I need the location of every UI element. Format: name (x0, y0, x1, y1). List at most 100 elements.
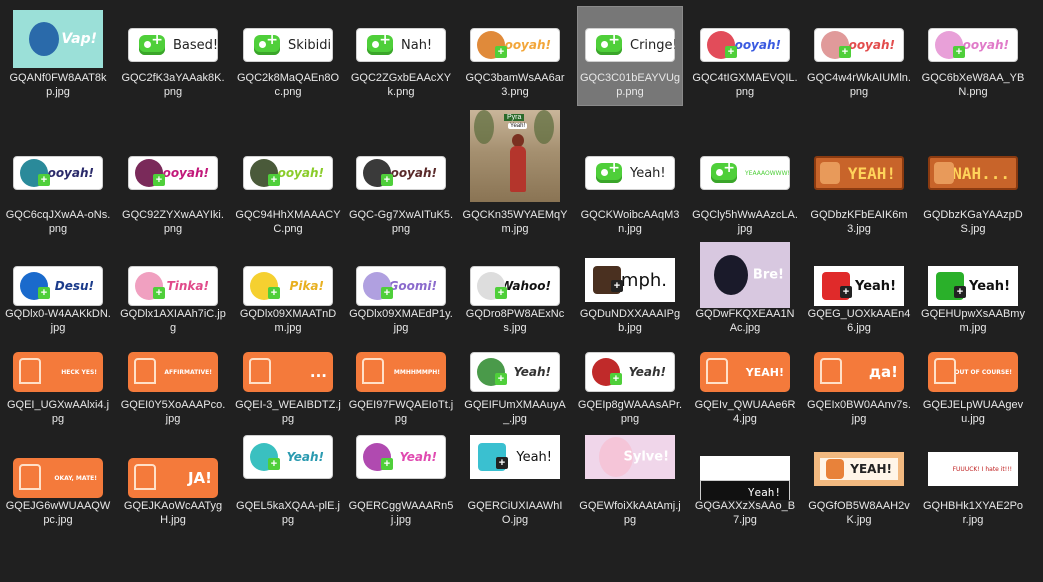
file-thumbnail[interactable]: YEAH! (700, 352, 790, 392)
file-item[interactable]: Based! GQC2fK3aYAAak8K.png (115, 6, 225, 102)
file-thumbnail[interactable]: YEAH! (814, 452, 904, 486)
file-item[interactable]: Bre! GQDwFKQXEAA1NAc.jpg (687, 242, 795, 338)
file-thumbnail[interactable]: + Yeah! (928, 266, 1018, 306)
file-item[interactable]: + Desu! GQDlx0-W4AAKkDN.jpg (0, 242, 111, 338)
file-item[interactable]: + Wahoo! GQDro8PW8AExNcs.jpg (457, 242, 564, 338)
file-item[interactable]: + Booyah! GQC-Gg7XwAITuK5.png (343, 108, 453, 235)
file-thumbnail[interactable]: Nah! (356, 28, 446, 62)
file-thumbnail[interactable]: + Booyah! (700, 28, 790, 62)
file-thumbnail[interactable]: Cringe! (585, 28, 675, 62)
file-item[interactable]: YEAH! GQGfOB5W8AAH2vK.jpg (801, 434, 910, 530)
file-item[interactable]: + Yeah! GQEHUpwXsAABmym.jpg (915, 242, 1025, 338)
file-thumbnail[interactable]: + Tinka! (128, 266, 218, 306)
file-thumbnail[interactable]: + Yeah! (243, 435, 333, 479)
file-item[interactable]: JA! GQEJKAoWcAATygH.jpg (115, 434, 222, 530)
file-name-label: GQEI97FWQAEIoTt.jpg (348, 399, 454, 425)
file-thumbnail[interactable]: ... (243, 352, 333, 392)
file-thumbnail[interactable]: YEAAAOWWW! (700, 156, 790, 190)
sticker-image: AFFIRMATIVE! (128, 352, 218, 392)
file-thumbnail[interactable]: OKAY, MATE! (13, 458, 103, 498)
file-thumbnail[interactable]: HECK YES! (13, 352, 103, 392)
sticker-image: Pyra Yeah! (470, 110, 560, 202)
file-thumbnail[interactable]: FUUUCK! I hate it!!! (928, 452, 1018, 486)
file-thumbnail[interactable]: Based! (128, 28, 218, 62)
file-thumbnail[interactable]: + Yeah! (814, 266, 904, 306)
file-item[interactable]: Nah! GQC2ZGxbEAAcXYk.png (343, 6, 451, 102)
file-item[interactable]: + Booyah! GQC6bXeW8AA_YBN.png (915, 6, 1024, 102)
file-item[interactable]: + Hmph. GQDuNDXXAAAIPgb.jpg (572, 242, 680, 338)
file-thumbnail[interactable]: + Booyah! (470, 28, 560, 62)
file-item[interactable]: + Pika! GQDlx09XMAATnDm.jpg (230, 242, 336, 338)
file-item[interactable]: AFFIRMATIVE! GQEI0Y5XoAAAPco.jpg (115, 348, 225, 444)
file-thumbnail[interactable]: AFFIRMATIVE! (128, 352, 218, 392)
sticker-image: + Hmph. (585, 258, 675, 302)
file-item[interactable]: Skibidi! GQC2k8MaQAEn8Oc.png (230, 6, 339, 102)
file-item[interactable]: да! GQEIx0BW0AAnv7s.jpg (801, 348, 911, 444)
file-thumbnail[interactable]: + Wahoo! (470, 266, 560, 306)
file-thumbnail[interactable]: Skibidi! (243, 28, 333, 62)
file-thumbnail[interactable]: Pyra Yeah! (470, 110, 560, 202)
file-item[interactable]: Cringe! GQC3C01bEAYVUgp.png (572, 6, 683, 106)
file-item[interactable]: NAH... GQDbzKGaYAAzpDS.jpg (915, 108, 1023, 235)
file-thumbnail[interactable]: + Booyah! (243, 156, 333, 190)
file-item[interactable]: YEAAAOWWW! GQCly5hWwAAzcLA.jpg (687, 108, 798, 235)
file-item[interactable]: + Booyah! GQC4tIGXMAEVQIL.png (687, 6, 798, 102)
file-thumbnail[interactable]: MMHHMMPH! (356, 352, 446, 392)
file-thumbnail[interactable]: + Desu! (13, 266, 103, 306)
file-item[interactable]: YEAH! GQEIv_QWUAAe6R4.jpg (687, 348, 795, 444)
sticker-image: Sylve! (585, 435, 675, 479)
file-name-label: GQDuNDXXAAAIPgb.jpg (579, 308, 681, 334)
file-item[interactable]: + Yeah! GQERCiUXIAAWhIO.jpg (457, 434, 563, 530)
file-item[interactable]: Yeah! GQCKWoibcAAqM3n.jpg (572, 108, 679, 235)
file-item[interactable]: + Booyah! GQC94HhXMAAACYC.png (230, 108, 341, 235)
file-item[interactable]: + Yeah! GQEG_UOXkAAEn46.jpg (801, 242, 910, 338)
file-item[interactable]: + Booyah! GQC3bamWsAA6ar3.png (457, 6, 565, 102)
file-thumbnail[interactable]: JA! (128, 458, 218, 498)
file-item[interactable]: Vap! GQANf0FW8AAT8kp.jpg (0, 6, 106, 102)
file-thumbnail[interactable]: + Booyah! (928, 28, 1018, 62)
file-thumbnail[interactable]: да! (814, 352, 904, 392)
file-thumbnail[interactable]: Yeah! (585, 156, 675, 190)
file-item[interactable]: + Yeah! GQEIp8gWAAAsAPr.png (572, 348, 682, 444)
file-thumbnail[interactable]: + Hmph. (585, 258, 675, 302)
file-item[interactable]: + Tinka! GQDlx1AXIAAh7iC.jpg (115, 242, 226, 338)
file-item[interactable]: + Yeah! GQERCggWAAARn5j.jpg (343, 434, 453, 530)
file-thumbnail[interactable]: NAH... (928, 156, 1018, 190)
file-thumbnail[interactable]: + Goomi! (356, 266, 446, 306)
sticker-image: + Wahoo! (470, 266, 560, 306)
file-thumbnail[interactable]: Bre! (700, 242, 790, 308)
file-name-label: GQEG_UOXkAAEn46.jpg (807, 308, 911, 334)
file-item[interactable]: OUT OF COURSE! GQEJELpWUAAgevu.jpg (915, 348, 1023, 444)
file-thumbnail[interactable]: + Pika! (243, 266, 333, 306)
file-item[interactable]: FUUUCK! I hate it!!! GQHBHk1XYAE2Por.jpg (915, 434, 1023, 530)
file-thumbnail[interactable]: + Yeah! (585, 352, 675, 392)
file-item[interactable]: + Yeah! GQEL5kaXQAA-plE.jpg (230, 434, 340, 530)
file-item[interactable]: OKAY, MATE! GQEJG6wWUAAQWpc.jpg (0, 434, 110, 530)
file-item[interactable]: ... GQEI-3_WEAIBDTZ.jpg (230, 348, 341, 444)
file-thumbnail[interactable]: Yeah! (700, 456, 790, 500)
file-item[interactable]: MMHHMMPH! GQEI97FWQAEIoTt.jpg (343, 348, 453, 444)
file-thumbnail[interactable]: + Yeah! (356, 435, 446, 479)
file-item[interactable]: HECK YES! GQEI_UGXwAAlxi4.jpg (0, 348, 109, 444)
file-item[interactable]: Yeah! GQGAXXzXsAAo_B7.jpg (687, 434, 795, 530)
file-item[interactable]: + Booyah! GQC92ZYXwAAYIki.png (115, 108, 224, 235)
file-name-label: GQDbzKFbEAIK6m3.jpg (810, 209, 908, 235)
file-item[interactable]: + Goomi! GQDlx09XMAEdP1y.jpg (343, 242, 453, 338)
file-item[interactable]: Sylve! GQEWfoiXkAAtAmj.jpg (572, 434, 681, 530)
file-thumbnail[interactable]: YEAH! (814, 156, 904, 190)
file-name-label: GQC2fK3aYAAak8K.png (121, 72, 225, 98)
file-thumbnail[interactable]: + Yeah! (470, 435, 560, 479)
file-item[interactable]: Pyra Yeah! GQCKn35WYAEMqYm.jpg (457, 108, 567, 235)
file-thumbnail[interactable]: Vap! (13, 10, 103, 68)
file-item[interactable]: + Yeah! GQEIFUmXMAAuyA_.jpg (457, 348, 566, 444)
file-thumbnail[interactable]: + Booyah! (128, 156, 218, 190)
file-thumbnail[interactable]: + Booyah! (13, 156, 103, 190)
file-thumbnail[interactable]: + Booyah! (356, 156, 446, 190)
file-thumbnail[interactable]: + Booyah! (814, 28, 904, 62)
file-thumbnail[interactable]: OUT OF COURSE! (928, 352, 1018, 392)
file-thumbnail[interactable]: Sylve! (585, 435, 675, 479)
file-item[interactable]: + Booyah! GQC6cqJXwAA-oNs.png (0, 108, 110, 235)
file-item[interactable]: YEAH! GQDbzKFbEAIK6m3.jpg (801, 108, 908, 235)
file-item[interactable]: + Booyah! GQC4w4rWkAIUMln.png (801, 6, 911, 102)
file-thumbnail[interactable]: + Yeah! (470, 352, 560, 392)
